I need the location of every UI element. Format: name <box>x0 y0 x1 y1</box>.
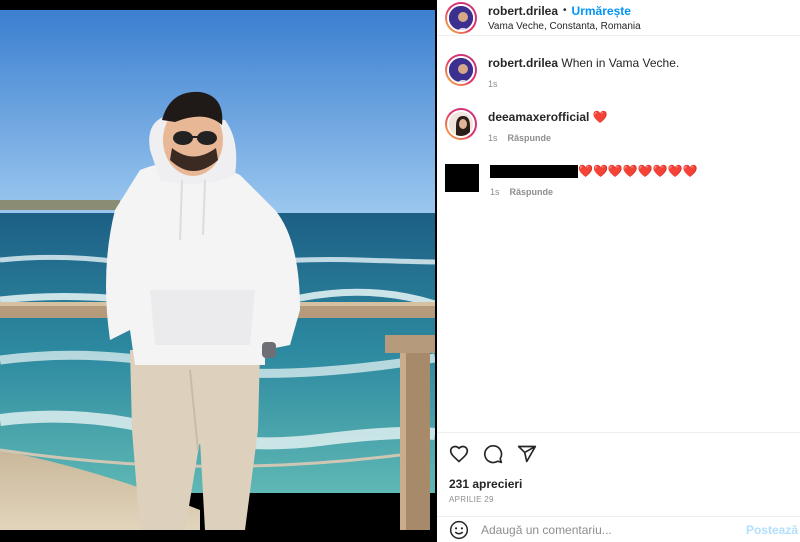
header-text: robert.drilea • Urmărește Vama Veche, Co… <box>488 2 641 34</box>
comment-input[interactable] <box>481 522 746 537</box>
action-icons <box>449 441 788 467</box>
list-item: ❤️❤️❤️❤️❤️❤️❤️❤️ 1s Răspunde <box>445 162 792 200</box>
redacted-username <box>490 165 578 179</box>
reply-button[interactable]: Răspunde <box>510 185 554 200</box>
comment-meta: 1s Răspunde <box>488 131 608 146</box>
post-location[interactable]: Vama Veche, Constanta, Romania <box>488 20 641 34</box>
comment-body: ❤️❤️❤️❤️❤️❤️❤️❤️ 1s Răspunde <box>490 162 698 200</box>
emoji-icon[interactable] <box>449 520 469 540</box>
post-comment-button[interactable]: Postează <box>746 523 798 537</box>
person-icon <box>449 6 473 30</box>
caption-comment: robert.drilea When in Vama Veche. 1s <box>445 54 792 92</box>
avatar-image <box>447 56 475 84</box>
add-comment-bar: Postează <box>437 516 800 542</box>
post-side-panel: robert.drilea • Urmărește Vama Veche, Co… <box>437 0 800 542</box>
follow-button[interactable]: Urmărește <box>572 4 631 18</box>
comment-meta: 1s <box>488 77 679 92</box>
comment-icon[interactable] <box>483 444 503 464</box>
comment-username[interactable]: robert.drilea <box>488 56 558 70</box>
author-avatar[interactable] <box>445 2 477 34</box>
comment-meta: 1s Răspunde <box>490 185 698 200</box>
person-icon <box>449 58 473 82</box>
comment-body: deeamaxerofficial ❤️ 1s Răspunde <box>488 108 608 146</box>
hearts-emoji: ❤️❤️❤️❤️❤️❤️❤️❤️ <box>578 164 698 178</box>
post-photo[interactable] <box>0 10 435 530</box>
comment-avatar[interactable] <box>445 108 477 140</box>
share-icon[interactable] <box>517 444 537 464</box>
post-actions: 231 aprecieri APRILIE 29 <box>437 432 800 504</box>
comment-time[interactable]: 1s <box>490 185 500 200</box>
likes-count[interactable]: 231 aprecieri <box>449 477 788 491</box>
heart-emoji: ❤️ <box>592 110 608 124</box>
redacted-avatar <box>445 164 479 192</box>
post-date[interactable]: APRILIE 29 <box>449 495 788 504</box>
author-username[interactable]: robert.drilea <box>488 4 558 18</box>
header-top-row: robert.drilea • Urmărește <box>488 2 641 18</box>
comment-time[interactable]: 1s <box>488 77 498 92</box>
heart-outline-icon[interactable] <box>449 444 469 464</box>
post-header: robert.drilea • Urmărește Vama Veche, Co… <box>437 0 800 36</box>
reply-button[interactable]: Răspunde <box>508 131 552 146</box>
comment-avatar[interactable] <box>445 54 477 86</box>
comment-username[interactable]: deeamaxerofficial <box>488 110 589 124</box>
separator-dot: • <box>563 5 567 16</box>
comments-list: robert.drilea When in Vama Veche. 1s dee… <box>437 36 800 200</box>
post-photo-pane <box>0 0 435 542</box>
avatar-image <box>447 110 475 138</box>
comment-time[interactable]: 1s <box>488 131 498 146</box>
comment-text: When in Vama Veche. <box>561 56 680 70</box>
list-item: deeamaxerofficial ❤️ 1s Răspunde <box>445 108 792 146</box>
comment-body: robert.drilea When in Vama Veche. 1s <box>488 54 679 92</box>
avatar-image <box>447 4 475 32</box>
person-icon <box>449 112 473 136</box>
